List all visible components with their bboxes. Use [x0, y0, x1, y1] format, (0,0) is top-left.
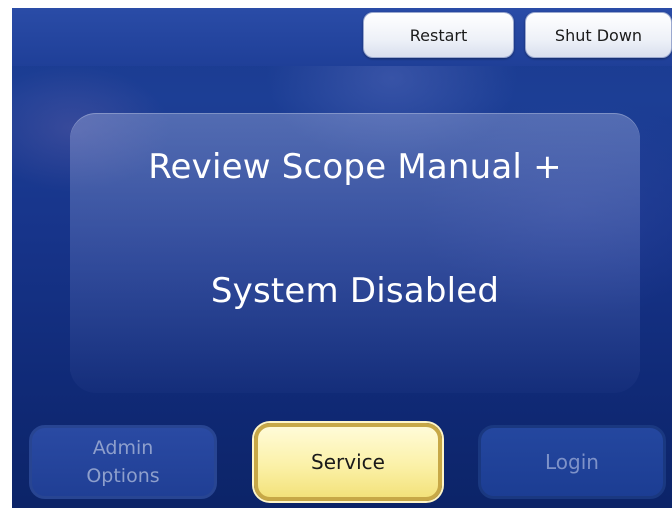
message-line-system-disabled: System Disabled [210, 271, 500, 311]
service-label: Service [311, 450, 385, 474]
service-button[interactable]: Service [254, 423, 442, 501]
device-screen: Restart Shut Down Review Scope Manual + … [12, 8, 672, 508]
top-bar: Restart Shut Down [12, 8, 672, 66]
message-panel: Review Scope Manual + System Disabled [70, 113, 640, 393]
admin-options-button[interactable]: Admin Options [29, 425, 217, 499]
restart-button[interactable]: Restart [363, 12, 514, 58]
shut-down-button[interactable]: Shut Down [525, 12, 672, 58]
admin-options-label-line2: Options [86, 465, 160, 487]
login-button[interactable]: Login [478, 425, 666, 499]
admin-options-label-line1: Admin [92, 437, 154, 459]
message-line-review-scope: Review Scope Manual + [148, 147, 562, 187]
login-label: Login [545, 450, 599, 474]
